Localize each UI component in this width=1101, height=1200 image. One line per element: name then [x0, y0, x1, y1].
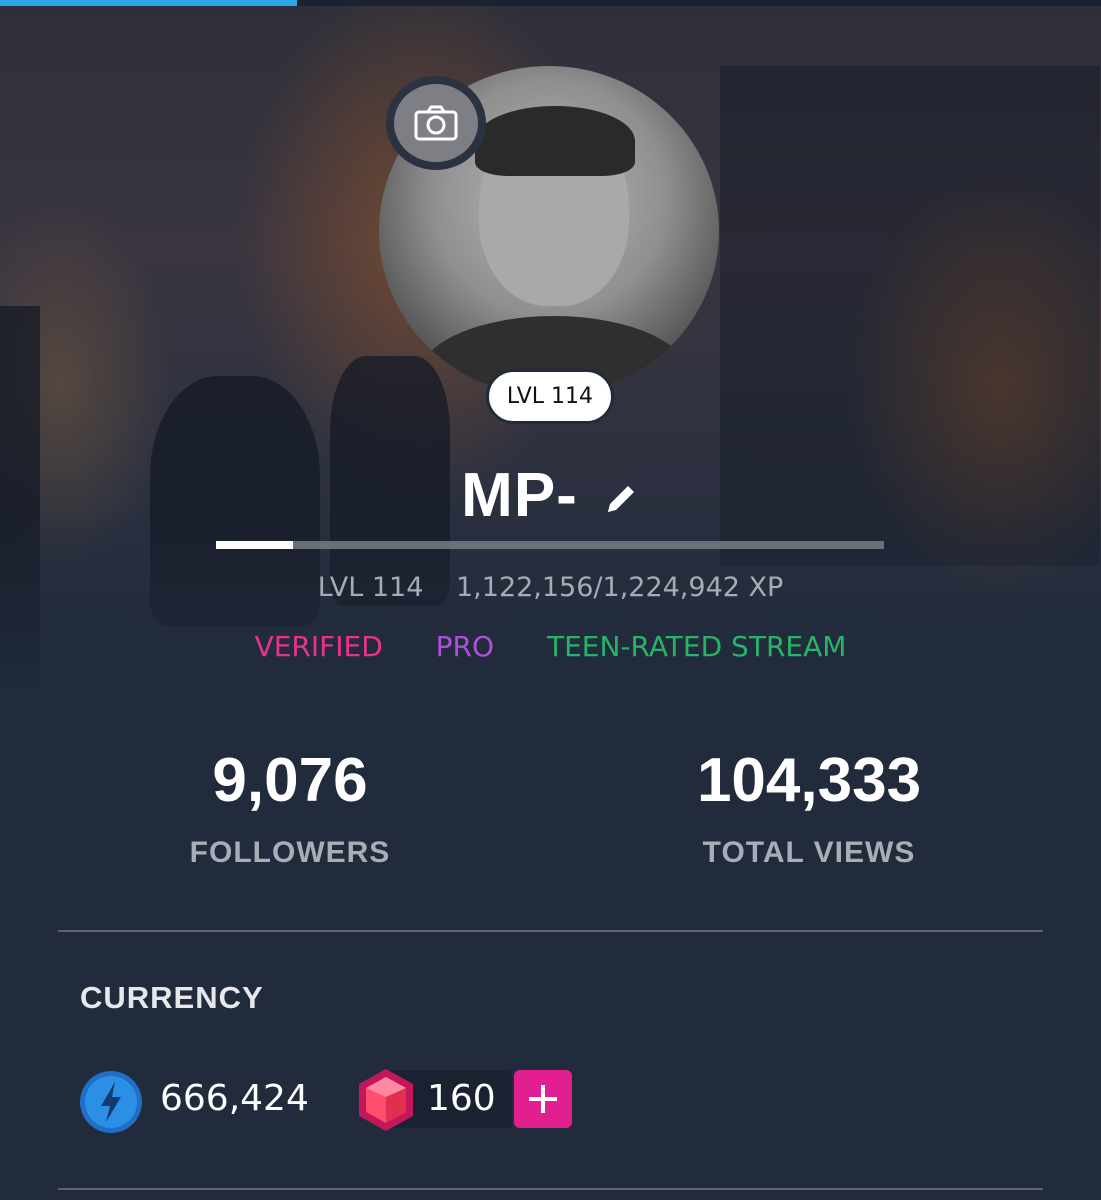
xp-text: 1,122,156/1,224,942 XP — [456, 572, 784, 603]
followers-label: FOLLOWERS — [189, 836, 391, 869]
xp-info: LVL 114 1,122,156/1,224,942 XP — [0, 572, 1101, 603]
xp-progress-fill — [216, 541, 293, 549]
add-gems-button[interactable] — [514, 1070, 572, 1128]
plus-icon — [529, 1085, 557, 1113]
avatar-hair — [475, 106, 635, 176]
username-row: MP- — [0, 455, 1101, 535]
camera-icon — [414, 105, 458, 141]
level-text: LVL 114 — [317, 572, 424, 603]
total-views-stat: 104,333 TOTAL VIEWS — [609, 750, 1009, 870]
pro-badge: PRO — [435, 630, 495, 663]
sparks-balance: 666,424 — [160, 1078, 309, 1119]
gem-icon — [359, 1069, 413, 1131]
total-views-count: 104,333 — [696, 746, 922, 815]
profile-badges: VERIFIED PRO TEEN-RATED STREAM — [0, 630, 1101, 663]
followers-stat[interactable]: 9,076 FOLLOWERS — [90, 750, 490, 870]
banner-fade — [0, 506, 1101, 706]
followers-count: 9,076 — [212, 746, 368, 815]
level-badge: LVL 114 — [486, 369, 614, 424]
verified-badge: VERIFIED — [254, 630, 383, 663]
level-badge-text: LVL 114 — [506, 384, 594, 409]
divider — [58, 930, 1043, 932]
camera-icon-bg — [394, 84, 478, 162]
total-views-label: TOTAL VIEWS — [702, 836, 916, 869]
divider — [58, 1188, 1043, 1190]
currency-title: CURRENCY — [80, 980, 264, 1015]
change-photo-button[interactable] — [386, 76, 486, 170]
xp-progress-bar — [216, 541, 884, 549]
pencil-icon[interactable] — [602, 480, 640, 518]
lightning-coin-icon — [80, 1071, 142, 1133]
teen-rated-badge: TEEN-RATED STREAM — [546, 630, 847, 663]
username: MP- — [461, 460, 578, 530]
gems-balance: 160 — [427, 1078, 496, 1119]
